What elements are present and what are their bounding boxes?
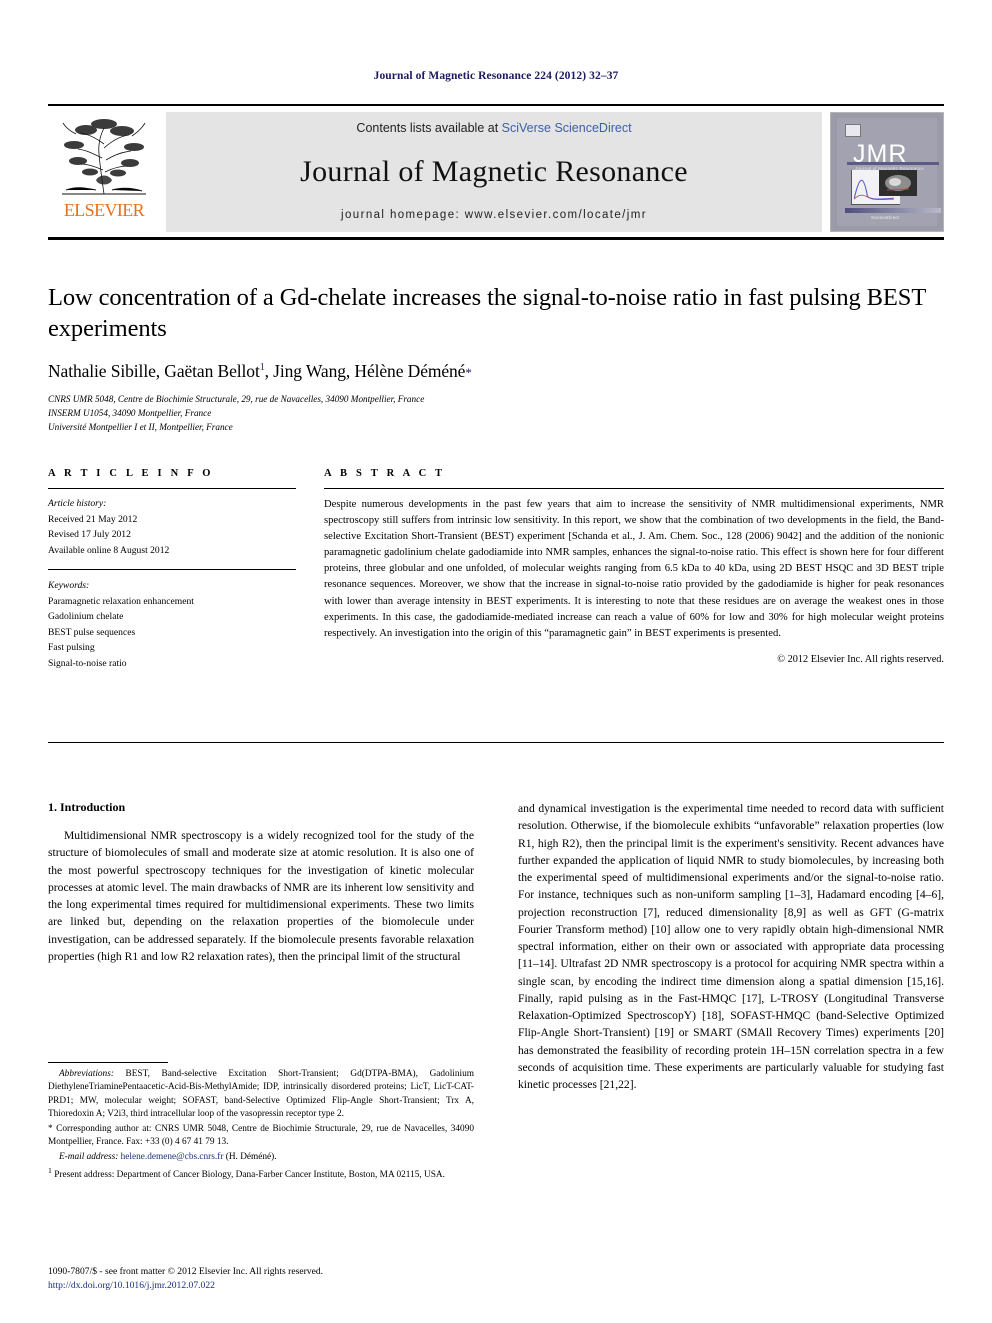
abbreviations-label: Abbreviations: <box>59 1069 114 1079</box>
affiliation-item: Université Montpellier I et II, Montpell… <box>48 422 233 433</box>
abstract-text: Despite numerous developments in the pas… <box>324 499 944 639</box>
footnote-corresponding: * Corresponding author at: CNRS UMR 5048… <box>48 1123 474 1150</box>
journal-title: Journal of Magnetic Resonance <box>300 155 688 188</box>
corresponding-marker: * <box>48 1123 53 1134</box>
elsevier-wordmark: ELSEVIER <box>63 200 145 220</box>
page-title: Low concentration of a Gd-chelate increa… <box>48 284 926 343</box>
keyword-item: Paramagnetic relaxation enhancement <box>48 595 194 607</box>
abstract-column: A B S T R A C T Despite numerous develop… <box>324 468 944 671</box>
page-footer: 1090-7807/$ - see front matter © 2012 El… <box>48 1265 548 1294</box>
journal-band: Contents lists available at SciVerse Sci… <box>166 112 822 232</box>
body-left-column: 1. Introduction Multidimensional NMR spe… <box>48 800 474 1094</box>
present-address-text: Present address: Department of Cancer Bi… <box>54 1170 445 1181</box>
keywords-label: Keywords: <box>48 580 90 592</box>
sciencedirect-link[interactable]: SciVerse ScienceDirect <box>502 121 632 135</box>
footnote-email: E-mail address: helene.demene@cbs.cnrs.f… <box>48 1151 474 1164</box>
affiliation-item: INSERM U1054, 34090 Montpellier, France <box>48 407 212 418</box>
elsevier-logo: ELSEVIER <box>48 112 160 232</box>
cover-rule-top <box>847 162 939 165</box>
masthead-bottom-rule <box>48 237 944 240</box>
contents-available-line: Contents lists available at SciVerse Sci… <box>356 121 631 135</box>
article-info-column: A R T I C L E I N F O Article history: R… <box>48 468 296 671</box>
affiliation-item: CNRS UMR 5048, Centre de Biochimie Struc… <box>48 393 425 404</box>
footnote-rule <box>48 1062 168 1063</box>
article-history-label: Article history: <box>48 498 107 509</box>
journal-masthead: ELSEVIER Contents lists available at Sci… <box>48 104 944 232</box>
cover-rule-bottom <box>845 208 941 213</box>
cover-top-icon <box>845 124 861 137</box>
body-right-column: and dynamical investigation is the exper… <box>518 800 944 1094</box>
cover-image-graphic <box>879 170 917 196</box>
journal-homepage[interactable]: journal homepage: www.elsevier.com/locat… <box>341 209 647 221</box>
footnotes-block: Abbreviations: BEST, Band-selective Exci… <box>48 1062 474 1184</box>
elsevier-tree-icon <box>56 114 152 200</box>
abstract-bottom-rule <box>48 742 944 743</box>
abstract-rule <box>324 488 944 489</box>
footnote-abbreviations: Abbreviations: BEST, Band-selective Exci… <box>48 1068 474 1122</box>
info-abstract-region: A R T I C L E I N F O Article history: R… <box>48 468 944 671</box>
author-names-first: Nathalie Sibille, Gaëtan Bellot <box>48 360 260 381</box>
keywords-block: Keywords: Paramagnetic relaxation enhanc… <box>48 569 296 671</box>
corresponding-author-marker[interactable]: * <box>465 365 472 380</box>
paper-page: Journal of Magnetic Resonance 224 (2012)… <box>0 0 992 1323</box>
keyword-item: Signal-to-noise ratio <box>48 657 127 669</box>
cover-footer-text: ScienceDirect <box>871 215 899 220</box>
corresponding-text: Corresponding author at: CNRS UMR 5048, … <box>48 1123 474 1148</box>
keyword-item: BEST pulse sequences <box>48 626 136 638</box>
journal-cover-thumbnail[interactable]: JMR Journal of Magnetic Resonance Scienc… <box>830 112 944 232</box>
article-info-rule <box>48 488 296 489</box>
email-link[interactable]: helene.demene@cbs.cnrs.fr <box>121 1152 224 1162</box>
doi-link[interactable]: http://dx.doi.org/10.1016/j.jmr.2012.07.… <box>48 1280 215 1291</box>
title-block: Low concentration of a Gd-chelate increa… <box>48 282 944 434</box>
section-heading-introduction: 1. Introduction <box>48 800 126 814</box>
body-column-gap <box>474 800 518 1094</box>
column-gap <box>296 468 324 671</box>
body-columns: 1. Introduction Multidimensional NMR spe… <box>48 800 944 1094</box>
article-history-block: Article history: Received 21 May 2012 Re… <box>48 496 296 558</box>
cover-inner: JMR Journal of Magnetic Resonance Scienc… <box>837 118 941 226</box>
affiliation-list: CNRS UMR 5048, Centre de Biochimie Struc… <box>48 392 944 435</box>
abstract-copyright: © 2012 Elsevier Inc. All rights reserved… <box>777 653 944 665</box>
footnote-present-address: 1 Present address: Department of Cancer … <box>48 1165 474 1183</box>
keyword-item: Gadolinium chelate <box>48 611 124 623</box>
author-names-rest: , Jing Wang, Hélène Déméné <box>264 360 466 381</box>
email-owner: (H. Déméné). <box>225 1151 277 1162</box>
history-item: Revised 17 July 2012 <box>48 529 131 541</box>
email-label: E-mail address: <box>59 1151 119 1162</box>
author-list: Nathalie Sibille, Gaëtan Bellot1, Jing W… <box>48 361 944 382</box>
keyword-item: Fast pulsing <box>48 642 95 654</box>
article-info-heading: A R T I C L E I N F O <box>48 468 214 479</box>
contents-prefix: Contents lists available at <box>356 121 502 135</box>
history-item: Received 21 May 2012 <box>48 513 138 525</box>
issn-line: 1090-7807/$ - see front matter © 2012 El… <box>48 1266 324 1277</box>
abstract-heading: A B S T R A C T <box>324 468 446 479</box>
intro-paragraph-left: Multidimensional NMR spectroscopy is a w… <box>48 829 474 963</box>
history-item: Available online 8 August 2012 <box>48 544 170 556</box>
running-head: Journal of Magnetic Resonance 224 (2012)… <box>373 70 619 82</box>
present-address-marker: 1 <box>48 1166 52 1176</box>
intro-paragraph-right: and dynamical investigation is the exper… <box>518 802 944 1092</box>
